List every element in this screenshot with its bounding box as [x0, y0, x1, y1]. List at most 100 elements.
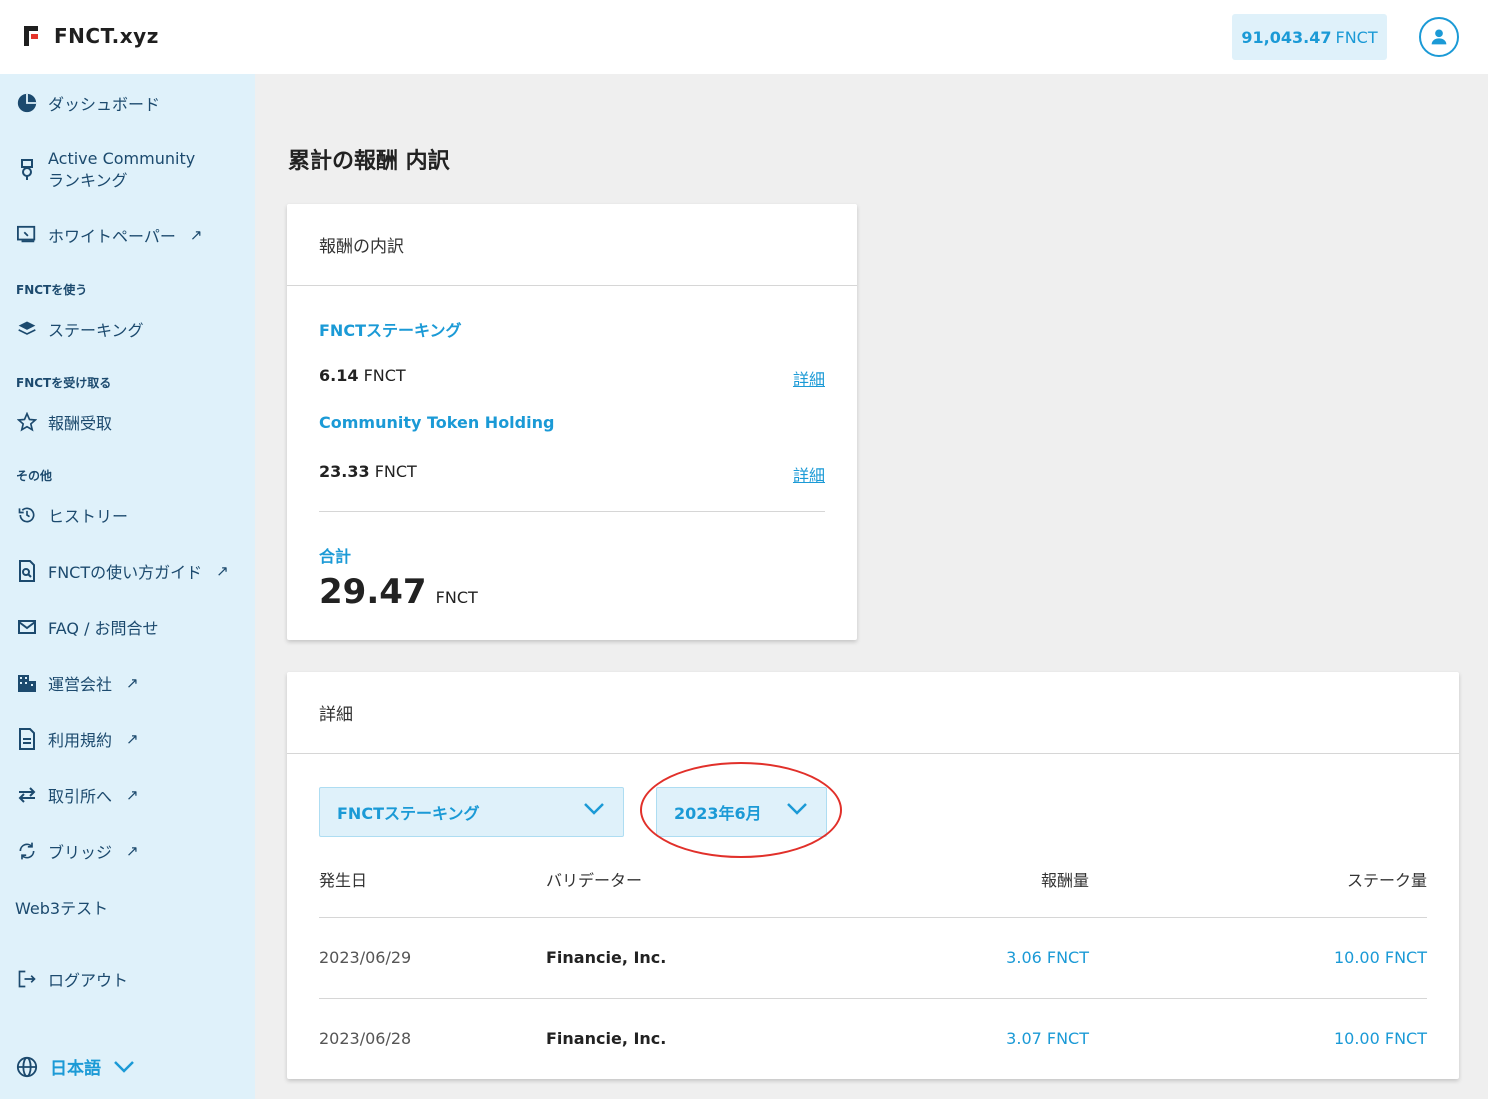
details-heading: 詳細: [287, 672, 1459, 754]
detail-link-staking[interactable]: 詳細: [793, 366, 825, 390]
column-header-validator: バリデーター: [546, 871, 643, 890]
total-label: 合計: [319, 547, 352, 566]
sidebar-item-bridge[interactable]: ブリッジ ↗: [16, 839, 139, 863]
total-value: 29.47: [319, 572, 427, 612]
sidebar-item-label: Web3テスト: [15, 899, 109, 918]
balance-unit: FNCT: [1335, 27, 1378, 47]
reward-unit: FNCT: [374, 462, 417, 481]
language-selector[interactable]: 日本語: [16, 1054, 135, 1079]
row-reward: 3.06 FNCT: [1006, 948, 1089, 967]
sidebar-item-rewards[interactable]: 報酬受取: [16, 410, 112, 434]
sidebar-item-web3-test[interactable]: Web3テスト: [15, 895, 108, 919]
balance-value: 91,043.47: [1241, 27, 1332, 47]
month-select[interactable]: 2023年6月: [656, 787, 827, 837]
swap-icon: [16, 784, 38, 806]
row-validator: Financie, Inc.: [546, 948, 667, 967]
section-use: FNCTを使う: [16, 283, 88, 297]
external-link-icon: ↗: [126, 842, 139, 860]
external-link-icon: ↗: [126, 674, 139, 692]
row-validator: Financie, Inc.: [546, 1029, 667, 1048]
sidebar-item-whitepaper[interactable]: ホワイトペーパー ↗: [16, 223, 202, 247]
external-link-icon: ↗: [126, 786, 139, 804]
external-link-icon: ↗: [126, 730, 139, 748]
top-bar: FNCT.xyz 91,043.47 FNCT: [0, 0, 1488, 74]
sidebar: ダッシュボード Active Community ランキング ホワイトペーパー …: [0, 74, 255, 1099]
user-icon: [1431, 29, 1447, 45]
sidebar-item-exchange[interactable]: 取引所へ ↗: [16, 783, 139, 807]
breakdown-heading: 報酬の内訳: [287, 204, 857, 286]
chevron-down-icon: [787, 803, 807, 815]
star-icon: [16, 411, 38, 433]
chevron-down-icon: [114, 1060, 134, 1073]
sidebar-item-dashboard[interactable]: ダッシュボード: [16, 91, 160, 115]
row-date: 2023/06/28: [319, 1029, 412, 1048]
sidebar-item-ranking[interactable]: Active Community ランキング: [16, 148, 195, 192]
sidebar-item-guide[interactable]: FNCTの使い方ガイド ↗: [16, 559, 229, 583]
refresh-icon: [16, 840, 38, 862]
sidebar-item-label: ログアウト: [48, 971, 129, 990]
logo-icon: [22, 24, 42, 48]
document-search-icon: [16, 560, 38, 582]
sidebar-item-label: ヒストリー: [48, 507, 129, 526]
sidebar-item-label: FAQ / お問合せ: [48, 619, 159, 638]
sidebar-item-label: 取引所へ: [48, 787, 113, 806]
details-card: 詳細 FNCTステーキング 2023年6月 発生日 バリデーター 報酬量 ステー…: [287, 672, 1459, 1079]
reward-unit: FNCT: [363, 366, 406, 385]
sidebar-item-label: FNCTの使い方ガイド: [48, 563, 203, 582]
external-link-icon: ↗: [189, 226, 203, 244]
chevron-down-icon: [584, 803, 604, 815]
sidebar-item-history[interactable]: ヒストリー: [16, 503, 128, 527]
logo[interactable]: FNCT.xyz: [22, 24, 159, 48]
file-text-icon: [16, 728, 38, 750]
language-label: 日本語: [50, 1059, 101, 1079]
row-stake: 10.00 FNCT: [1333, 948, 1427, 967]
logout-icon: [16, 968, 38, 990]
balance-badge[interactable]: 91,043.47 FNCT: [1232, 14, 1387, 60]
sidebar-item-label: ブリッジ: [48, 843, 113, 862]
sidebar-item-label: 利用規約: [48, 731, 113, 750]
reward-amount-community: 23.33 FNCT: [319, 462, 417, 481]
page-title: 累計の報酬 内訳: [288, 149, 450, 174]
globe-icon: [16, 1056, 38, 1077]
sidebar-item-terms[interactable]: 利用規約 ↗: [16, 727, 139, 751]
account-button[interactable]: [1419, 17, 1459, 57]
sidebar-item-label: 運営会社: [48, 675, 113, 694]
total-amount: 29.47 FNCT: [319, 572, 478, 612]
layers-icon: [16, 318, 38, 340]
logo-text: FNCT.xyz: [54, 24, 159, 48]
row-date: 2023/06/29: [319, 948, 412, 967]
sidebar-item-label: 報酬受取: [48, 414, 113, 433]
reward-amount-staking: 6.14 FNCT: [319, 366, 406, 385]
mail-icon: [16, 616, 38, 638]
detail-link-community[interactable]: 詳細: [793, 462, 825, 486]
pie-chart-icon: [16, 92, 38, 114]
reward-value: 23.33: [319, 462, 370, 481]
building-icon: [16, 672, 38, 694]
sidebar-item-faq[interactable]: FAQ / お問合せ: [16, 615, 159, 639]
reward-value: 6.14: [319, 366, 359, 385]
sidebar-item-company[interactable]: 運営会社 ↗: [16, 671, 139, 695]
sidebar-item-label-line2: ランキング: [48, 171, 128, 190]
reward-type-select[interactable]: FNCTステーキング: [319, 787, 624, 837]
table-divider: [319, 917, 1427, 918]
sidebar-item-label: ステーキング: [48, 321, 144, 340]
column-header-stake: ステーク量: [1346, 871, 1427, 890]
sidebar-item-label: ホワイトペーパー: [48, 227, 176, 246]
divider: [319, 511, 825, 512]
sidebar-item-label: Active Community: [48, 149, 196, 168]
section-receive: FNCTを受け取る: [16, 376, 112, 390]
table-divider: [319, 998, 1427, 999]
column-header-date: 発生日: [319, 871, 368, 890]
column-header-reward: 報酬量: [1040, 871, 1089, 890]
document-icon: [16, 224, 38, 246]
row-stake: 10.00 FNCT: [1333, 1029, 1427, 1048]
sidebar-item-logout[interactable]: ログアウト: [16, 967, 128, 991]
section-other: その他: [16, 469, 53, 483]
external-link-icon: ↗: [216, 562, 229, 580]
month-value: 2023年6月: [674, 804, 762, 823]
sidebar-item-label: ダッシュボード: [48, 95, 161, 114]
reward-type-value: FNCTステーキング: [337, 804, 480, 823]
reward-label-community: Community Token Holding: [319, 413, 555, 432]
breakdown-card: 報酬の内訳 FNCTステーキング 6.14 FNCT 詳細 Community …: [287, 204, 857, 640]
sidebar-item-staking[interactable]: ステーキング: [16, 317, 144, 341]
